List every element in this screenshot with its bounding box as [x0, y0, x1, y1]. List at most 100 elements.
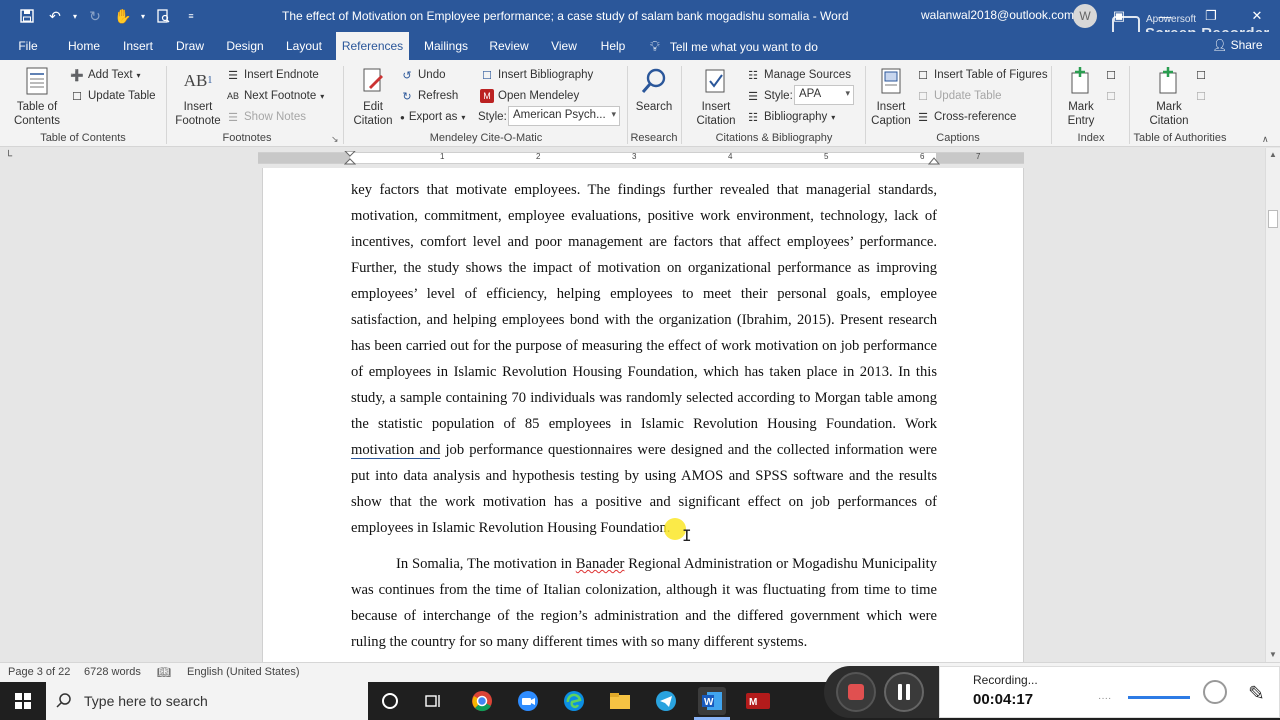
insert-caption-button[interactable]: Insert Caption	[870, 66, 912, 128]
mark-entry-button[interactable]: Mark Entry	[1058, 66, 1104, 128]
print-preview-icon[interactable]	[150, 4, 176, 28]
horizontal-ruler[interactable]: 1 2 3 4 5 6 7	[258, 151, 1024, 165]
right-indent-marker-icon[interactable]	[928, 155, 940, 165]
tab-selector-icon[interactable]: └	[5, 151, 17, 163]
chevron-down-icon: ▾	[136, 70, 141, 80]
update-table-toc-button[interactable]: ☐ Update Table	[70, 87, 156, 105]
search-button[interactable]: Search	[632, 66, 676, 114]
document-body[interactable]: key factors that motivate employees. The…	[351, 177, 937, 655]
mendeley-undo-button[interactable]: ↺ Undo	[400, 66, 445, 84]
tab-review[interactable]: Review	[484, 32, 534, 60]
cortana-icon[interactable]	[376, 687, 404, 715]
tab-insert[interactable]: Insert	[116, 32, 160, 60]
scroll-thumb[interactable]	[1268, 210, 1278, 228]
collapse-ribbon-icon[interactable]: ∧	[1262, 134, 1269, 145]
touch-mode-icon[interactable]: ✋	[110, 4, 136, 28]
user-account-email[interactable]: walanwal2018@outlook.com	[921, 8, 1074, 22]
table-of-contents-button[interactable]: Table of Contents	[8, 66, 66, 128]
word-count[interactable]: 6728 words	[84, 666, 141, 678]
mendeley-style-select[interactable]: American Psych... ▾	[508, 106, 620, 126]
next-footnote-button[interactable]: AB Next Footnote ▾	[226, 87, 324, 105]
task-view-icon[interactable]	[420, 687, 448, 715]
bibliography-button[interactable]: ☷ Bibliography ▾	[746, 108, 835, 126]
mendeley-taskbar-icon[interactable]: M	[744, 687, 772, 715]
file-explorer-icon[interactable]	[606, 687, 634, 715]
webcam-icon[interactable]	[1203, 680, 1227, 704]
pen-icon[interactable]: ✎	[1248, 681, 1265, 706]
tell-me-search[interactable]: 💡︎ Tell me what you want to do	[650, 38, 818, 55]
telegram-icon[interactable]	[652, 687, 680, 715]
pause-recording-button[interactable]	[884, 672, 924, 712]
cross-reference-button[interactable]: ☰ Cross-reference	[916, 108, 1016, 126]
recorder-status: Recording... 00:04:17 ···· ✎	[939, 666, 1280, 718]
touch-dropdown-icon[interactable]: ▾	[138, 4, 148, 28]
insert-citation-button[interactable]: Insert Citation	[688, 66, 744, 128]
tab-file[interactable]: File	[8, 32, 48, 60]
tab-home[interactable]: Home	[60, 32, 108, 60]
mendeley-refresh-button[interactable]: ↻ Refresh	[400, 87, 458, 105]
word-taskbar-icon[interactable]: W	[698, 687, 726, 715]
open-mendeley-label: Open Mendeley	[498, 90, 580, 102]
tab-mailings[interactable]: Mailings	[418, 32, 474, 60]
group-label-authorities: Table of Authorities	[1133, 132, 1227, 144]
update-table-captions-button[interactable]: ☐ Update Table	[916, 87, 1002, 105]
cross-reference-icon: ☰	[918, 111, 928, 124]
scroll-down-icon[interactable]: ▼	[1266, 648, 1280, 662]
language-status[interactable]: English (United States)	[187, 666, 300, 678]
zoom-icon[interactable]	[514, 687, 542, 715]
tab-references[interactable]: References	[336, 32, 409, 60]
grammar-flag[interactable]: motivation and	[351, 442, 441, 459]
tab-help[interactable]: Help	[594, 32, 632, 60]
dialog-launcher-icon[interactable]: ↘	[331, 134, 339, 145]
group-label-mendeley: Mendeley Cite-O-Matic	[429, 132, 543, 144]
minimize-icon[interactable]: —	[1142, 0, 1188, 32]
manage-sources-button[interactable]: ☷ Manage Sources	[746, 66, 851, 84]
svg-text:M: M	[749, 697, 757, 708]
show-notes-button[interactable]: ☰ Show Notes	[226, 108, 306, 126]
edge-icon[interactable]	[560, 687, 588, 715]
insert-footnote-button[interactable]: AB 1 Insert Footnote	[172, 66, 224, 128]
spelling-flag[interactable]: Banader	[576, 556, 625, 572]
cross-reference-label: Cross-reference	[934, 111, 1017, 123]
edit-citation-button[interactable]: Edit Citation	[348, 66, 398, 128]
close-icon[interactable]: ✕	[1234, 0, 1280, 32]
insert-table-of-authorities-button[interactable]: ☐	[1194, 66, 1208, 84]
scroll-up-icon[interactable]: ▲	[1266, 148, 1280, 162]
redo-icon[interactable]: ↻	[82, 4, 108, 28]
avatar[interactable]: W	[1073, 4, 1097, 28]
indent-marker-icon[interactable]	[344, 151, 356, 165]
undo-dropdown-icon[interactable]: ▾	[70, 4, 80, 28]
tab-view[interactable]: View	[545, 32, 583, 60]
add-text-button[interactable]: ➕ Add Text ▾	[70, 66, 141, 84]
tab-design[interactable]: Design	[221, 32, 269, 60]
taskbar-search-input[interactable]: Type here to search	[46, 682, 368, 720]
insert-table-of-figures-button[interactable]: ☐ Insert Table of Figures	[916, 66, 1048, 84]
mark-citation-button[interactable]: Mark Citation	[1140, 66, 1198, 128]
tab-layout[interactable]: Layout	[280, 32, 328, 60]
insert-index-button[interactable]: ☐	[1104, 66, 1118, 84]
citation-style-select[interactable]: APA ▾	[794, 85, 854, 105]
proofing-icon[interactable]: 📖︎	[157, 666, 171, 679]
customize-qat-icon[interactable]: ≡	[178, 4, 204, 28]
stop-recording-button[interactable]	[836, 672, 876, 712]
vertical-scrollbar[interactable]: ▲ ▼	[1265, 148, 1280, 662]
undo-icon[interactable]: ↶	[42, 4, 68, 28]
insert-endnote-button[interactable]: ☰ Insert Endnote	[226, 66, 319, 84]
open-mendeley-button[interactable]: M Open Mendeley	[480, 87, 579, 105]
tab-draw[interactable]: Draw	[170, 32, 210, 60]
update-table-icon: ☐	[918, 90, 928, 103]
insert-bibliography-button[interactable]: ☐ Insert Bibliography	[480, 66, 593, 84]
update-table-of-authorities-button[interactable]: ☐	[1194, 87, 1208, 105]
document-page[interactable]: key factors that motivate employees. The…	[262, 168, 1024, 662]
windows-start-icon[interactable]	[0, 682, 46, 720]
restore-icon[interactable]: ❐	[1188, 0, 1234, 32]
page-count[interactable]: Page 3 of 22	[8, 666, 70, 678]
update-index-button[interactable]: ☐	[1104, 87, 1118, 105]
ribbon-display-options-icon[interactable]: ▣	[1096, 0, 1142, 32]
volume-level-bar[interactable]	[1128, 696, 1190, 699]
table-of-contents-label: Table of Contents	[13, 101, 61, 127]
save-icon[interactable]	[14, 4, 40, 28]
chrome-icon[interactable]	[468, 687, 496, 715]
export-as-button[interactable]: ● Export as ▾	[400, 108, 465, 126]
share-button[interactable]: 👤︎ Share	[1212, 38, 1263, 52]
